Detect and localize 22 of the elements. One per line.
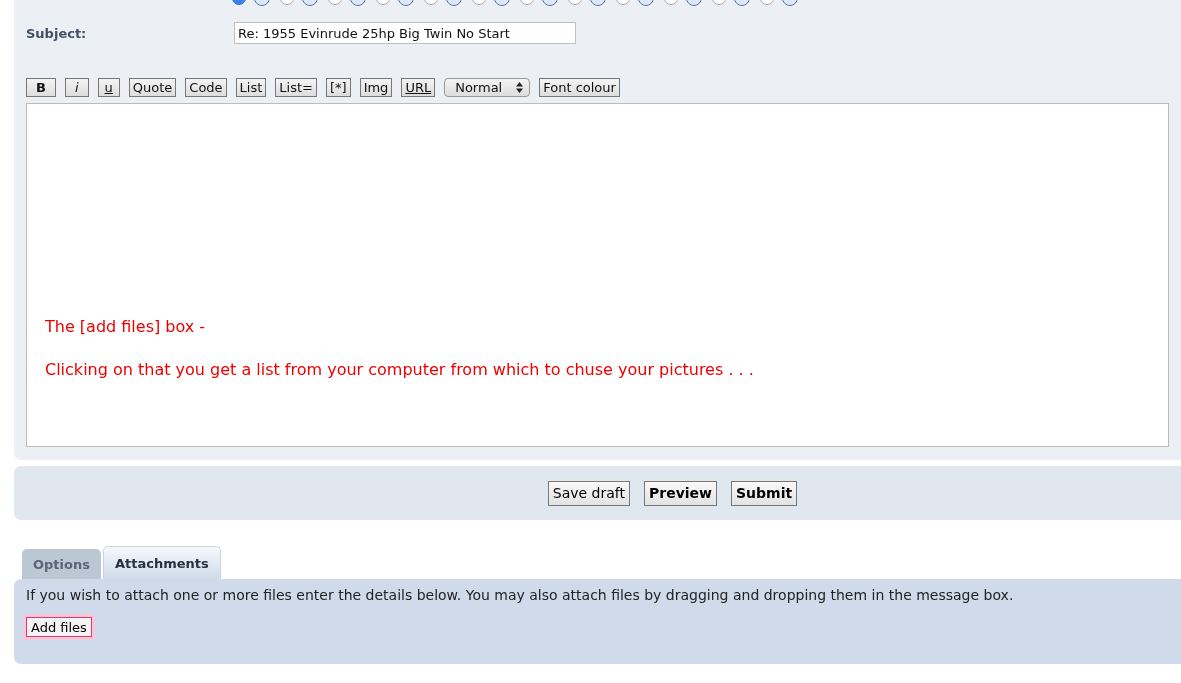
subject-field[interactable]: Re: 1955 Evinrude 25hp Big Twin No Start	[234, 22, 576, 44]
format-button[interactable]: i	[64, 78, 89, 97]
attachments-instructions: If you wish to attach one or more files enter the details below. You may also attach files by dragging and dropping them in the message box.	[26, 587, 1015, 603]
form-button[interactable]: Preview	[644, 480, 718, 506]
format-button[interactable]: URL	[401, 78, 436, 97]
font-size-dropdown[interactable]: Normal	[444, 78, 531, 97]
format-button[interactable]: Font colour	[539, 78, 620, 97]
format-button[interactable]: List	[235, 78, 267, 97]
tab[interactable]: Attachments	[102, 546, 221, 579]
format-button[interactable]: Code	[185, 78, 227, 97]
format-button[interactable]: Quote	[128, 78, 177, 97]
format-button[interactable]: u	[97, 78, 120, 97]
format-button[interactable]: [*]	[325, 78, 351, 97]
form-button[interactable]: Submit	[731, 480, 798, 506]
subject-label: Subject:	[26, 25, 88, 41]
message-field[interactable]: The [add files] box - Clicking on that you get a list from your computer from which to chuse your pictures . . .	[26, 103, 1169, 447]
format-button[interactable]: Img	[359, 78, 393, 97]
format-button[interactable]: List=	[275, 78, 317, 97]
format-button[interactable]: B	[26, 78, 56, 97]
form-button[interactable]: Save draft	[547, 480, 630, 506]
add-files-button[interactable]: Add files	[26, 617, 92, 637]
dropdown-arrows-icon	[516, 82, 524, 93]
